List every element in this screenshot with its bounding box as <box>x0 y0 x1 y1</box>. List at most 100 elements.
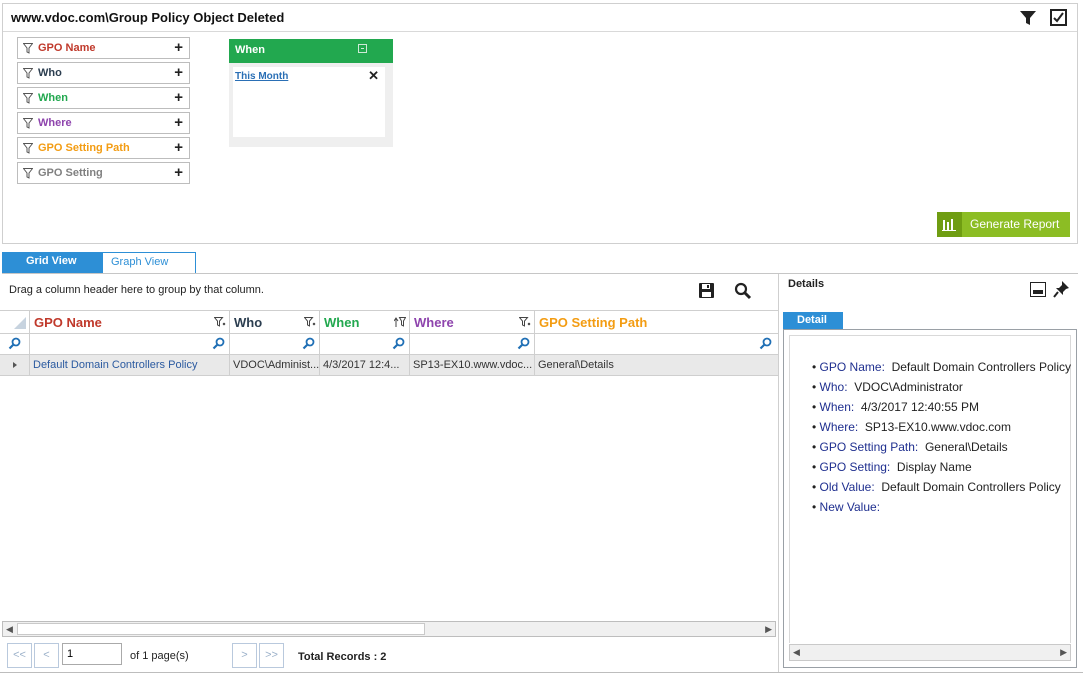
horizontal-scrollbar[interactable]: ◀ ▶ <box>2 621 776 637</box>
funnel-icon <box>23 168 33 179</box>
close-icon[interactable]: ✕ <box>368 68 379 84</box>
plus-icon[interactable]: + <box>174 114 183 131</box>
column-header-gpo-name[interactable]: GPO Name <box>30 311 230 333</box>
details-title: Details <box>788 278 825 290</box>
when-filter-value-link[interactable]: This Month <box>235 71 288 82</box>
filter-when[interactable]: When + <box>17 87 190 109</box>
search-icon[interactable] <box>212 337 225 350</box>
report-filter-panel: www.vdoc.com\Group Policy Object Deleted… <box>2 3 1078 244</box>
last-page-button[interactable]: >> <box>259 643 284 668</box>
checkbox-icon[interactable] <box>1050 9 1067 26</box>
filter-label: GPO Name <box>38 42 96 54</box>
tab-graph-view[interactable]: Graph View <box>102 252 196 273</box>
filter-where[interactable]: Where + <box>17 112 190 134</box>
next-page-button[interactable]: > <box>232 643 257 668</box>
collapse-icon[interactable] <box>358 44 367 53</box>
detail-item: • When: 4/3/2017 12:40:55 PM <box>812 400 979 414</box>
detail-item: • New Value: <box>812 500 881 514</box>
detail-key: New Value: <box>819 500 881 514</box>
column-header-when[interactable]: When <box>320 311 410 333</box>
cell-where[interactable]: SP13-EX10.www.vdoc... <box>410 355 535 375</box>
prev-page-button[interactable]: < <box>34 643 59 668</box>
cell-when[interactable]: 4/3/2017 12:4... <box>320 355 410 375</box>
bar-chart-icon <box>937 212 962 237</box>
when-card-title: When <box>235 44 265 56</box>
page-number-input[interactable] <box>62 643 122 665</box>
when-card-header: When <box>229 39 393 63</box>
search-icon[interactable] <box>734 282 752 300</box>
detail-value: VDOC\Administrator <box>854 380 963 394</box>
tab-detail[interactable]: Detail <box>783 312 843 329</box>
funnel-icon <box>23 118 33 129</box>
detail-item: • GPO Setting: Display Name <box>812 460 972 474</box>
cell-text: VDOC\Administ... <box>233 359 320 371</box>
column-header-label: When <box>324 315 360 330</box>
filter-cell-who[interactable] <box>230 334 320 354</box>
search-icon[interactable] <box>759 337 772 350</box>
cell-text: 4/3/2017 12:4... <box>323 359 400 371</box>
tab-label: Grid View <box>26 255 77 267</box>
filter-gpo-setting-path[interactable]: GPO Setting Path + <box>17 137 190 159</box>
group-by-hint: Drag a column header here to group by th… <box>9 284 264 296</box>
generate-report-button[interactable]: Generate Report <box>937 212 1070 237</box>
minimize-icon[interactable] <box>1030 282 1046 297</box>
search-icon[interactable] <box>392 337 405 350</box>
scroll-left-icon[interactable]: ◀ <box>6 624 13 635</box>
column-filter-icon[interactable] <box>304 317 316 328</box>
tab-grid-view[interactable]: Grid View <box>2 252 102 273</box>
filter-icon[interactable] <box>1019 9 1037 27</box>
scroll-left-icon[interactable]: ◀ <box>793 647 800 658</box>
sort-ascending-icon[interactable] <box>394 317 406 328</box>
scroll-right-icon[interactable]: ▶ <box>765 624 772 635</box>
filter-who[interactable]: Who + <box>17 62 190 84</box>
detail-key: GPO Setting: <box>819 460 891 474</box>
cell-gpo-setting-path[interactable]: General\Details <box>535 355 778 375</box>
plus-icon[interactable]: + <box>174 139 183 156</box>
row-expand-cell[interactable] <box>0 355 30 375</box>
plus-icon[interactable]: + <box>174 89 183 106</box>
table-row[interactable]: Default Domain Controllers Policy VDOC\A… <box>0 355 778 376</box>
funnel-icon <box>23 43 33 54</box>
column-filter-icon[interactable] <box>214 317 226 328</box>
filter-cell-where[interactable] <box>410 334 535 354</box>
search-icon[interactable] <box>302 337 315 350</box>
filter-cell-when[interactable] <box>320 334 410 354</box>
pager: << < of 1 page(s) > >> Total Records : 2 <box>0 639 779 672</box>
detail-value: 4/3/2017 12:40:55 PM <box>860 400 979 414</box>
expand-arrow-icon[interactable] <box>0 355 30 375</box>
detail-item: • Where: SP13-EX10.www.vdoc.com <box>812 420 1011 434</box>
filter-label: Who <box>38 67 62 79</box>
when-filter-card: When This Month ✕ <box>229 39 393 147</box>
cell-gpo-name[interactable]: Default Domain Controllers Policy <box>30 355 230 375</box>
filter-cell-gpo-name[interactable] <box>30 334 230 354</box>
detail-item: • Old Value: Default Domain Controllers … <box>812 480 1061 494</box>
first-page-button[interactable]: << <box>7 643 32 668</box>
detail-value: Display Name <box>896 460 972 474</box>
funnel-icon <box>23 68 33 79</box>
generate-report-label: Generate Report <box>970 217 1060 231</box>
detail-key: GPO Setting Path: <box>819 440 919 454</box>
pin-icon[interactable] <box>1053 280 1071 298</box>
column-filter-icon[interactable] <box>519 317 531 328</box>
scroll-right-icon[interactable]: ▶ <box>1060 647 1067 658</box>
plus-icon[interactable]: + <box>174 164 183 181</box>
filter-row-search[interactable] <box>0 334 30 354</box>
cell-who[interactable]: VDOC\Administ... <box>230 355 320 375</box>
scrollbar-thumb[interactable] <box>17 623 425 635</box>
column-header-where[interactable]: Where <box>410 311 535 333</box>
select-all-cell[interactable] <box>0 311 30 333</box>
page-count-label: of 1 page(s) <box>130 650 189 662</box>
cell-text: General\Details <box>538 359 614 371</box>
column-header-gpo-setting-path[interactable]: GPO Setting Path <box>535 311 778 333</box>
filter-cell-gpo-setting-path[interactable] <box>535 334 778 354</box>
plus-icon[interactable]: + <box>174 64 183 81</box>
filter-gpo-setting[interactable]: GPO Setting + <box>17 162 190 184</box>
funnel-icon <box>23 93 33 104</box>
filter-gpo-name[interactable]: GPO Name + <box>17 37 190 59</box>
plus-icon[interactable]: + <box>174 39 183 56</box>
column-header-who[interactable]: Who <box>230 311 320 333</box>
search-icon[interactable] <box>517 337 530 350</box>
save-icon[interactable] <box>698 282 715 299</box>
grid-panel: Drag a column header here to group by th… <box>0 274 779 672</box>
horizontal-scrollbar[interactable]: ◀ ▶ <box>789 644 1071 661</box>
